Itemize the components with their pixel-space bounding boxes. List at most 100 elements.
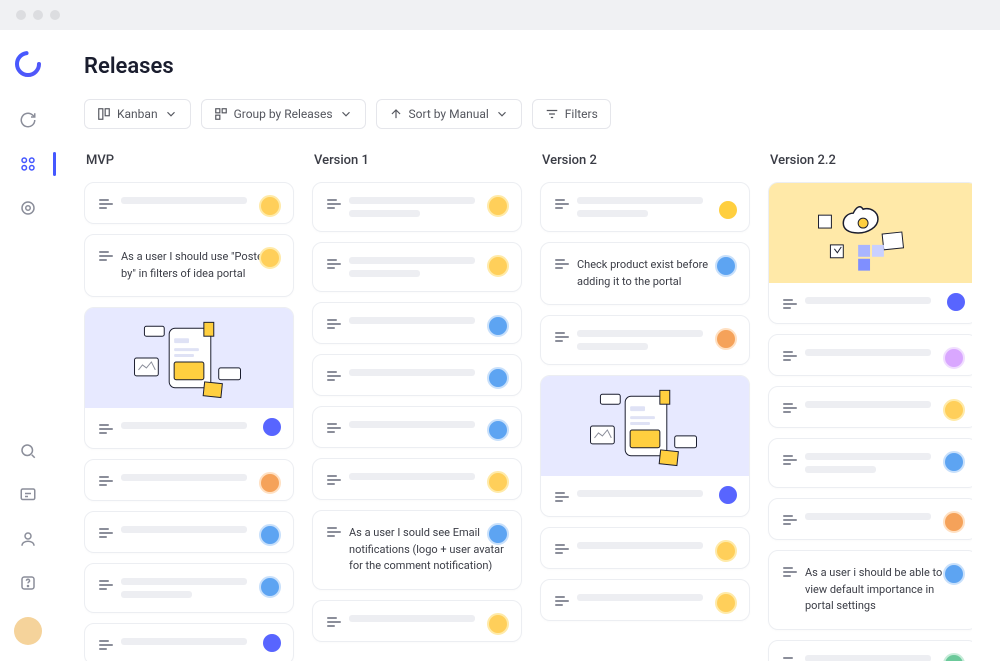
- window-dot: [33, 10, 43, 20]
- kanban-card[interactable]: [312, 242, 522, 292]
- list-icon: [783, 515, 797, 525]
- kanban-card[interactable]: [768, 498, 972, 540]
- placeholder-lines: [349, 421, 507, 428]
- kanban-card[interactable]: As a user I sould see Email notification…: [312, 510, 522, 590]
- kanban-card[interactable]: [84, 182, 294, 224]
- card-avatar: [487, 471, 509, 493]
- status-dot: [719, 486, 737, 504]
- window-dot: [16, 10, 26, 20]
- placeholder-lines: [805, 655, 963, 661]
- main-content: Releases Kanban Group by Releases Sort b…: [56, 30, 1000, 661]
- window-dot: [50, 10, 60, 20]
- list-icon: [783, 567, 797, 577]
- placeholder-lines: [805, 297, 963, 304]
- kanban-card[interactable]: Check product exist before adding it to …: [540, 242, 750, 305]
- placeholder-lines: [349, 615, 507, 622]
- kanban-card[interactable]: [540, 579, 750, 621]
- list-icon: [555, 259, 569, 269]
- column-title: MVP: [84, 153, 294, 168]
- kanban-card[interactable]: [540, 375, 750, 517]
- view-selector[interactable]: Kanban: [84, 99, 191, 129]
- placeholder-lines: [805, 513, 963, 520]
- kanban-card[interactable]: [768, 334, 972, 376]
- list-icon: [327, 371, 341, 381]
- list-icon: [327, 199, 341, 209]
- sort-icon: [389, 107, 403, 121]
- card-avatar: [715, 540, 737, 562]
- kanban-card[interactable]: [312, 406, 522, 448]
- placeholder-lines: [577, 542, 735, 549]
- kanban-card[interactable]: [768, 438, 972, 488]
- kanban-card[interactable]: [540, 182, 750, 232]
- card-avatar: [715, 328, 737, 350]
- status-dot: [263, 634, 281, 652]
- list-icon: [99, 251, 113, 261]
- kanban-card[interactable]: [84, 307, 294, 449]
- nav-search[interactable]: [10, 433, 46, 469]
- list-icon: [99, 199, 113, 209]
- nav-messages[interactable]: [10, 477, 46, 513]
- kanban-column: MVP As a user I should use "Posted by" in…: [84, 153, 294, 661]
- nav-target[interactable]: [10, 190, 46, 226]
- list-icon: [327, 527, 341, 537]
- list-icon: [783, 403, 797, 413]
- list-icon: [327, 423, 341, 433]
- list-icon: [783, 351, 797, 361]
- placeholder-lines: [577, 594, 735, 601]
- kanban-column: Version 2Check product exist before addi…: [540, 153, 750, 661]
- card-avatar: [487, 255, 509, 277]
- placeholder-lines: [349, 257, 507, 277]
- app-logo[interactable]: [14, 50, 42, 78]
- card-avatar: [487, 315, 509, 337]
- card-avatar: [943, 511, 965, 533]
- kanban-card[interactable]: As a user I should use "Posted by" in fi…: [84, 234, 294, 297]
- placeholder-lines: [805, 453, 963, 473]
- kanban-card[interactable]: [540, 315, 750, 365]
- toolbar: Kanban Group by Releases Sort by Manual …: [84, 99, 972, 129]
- kanban-card[interactable]: [312, 600, 522, 642]
- kanban-card[interactable]: [84, 459, 294, 501]
- chevron-down-icon: [339, 107, 353, 121]
- kanban-card[interactable]: [312, 302, 522, 344]
- card-avatar: [943, 563, 965, 585]
- kanban-card[interactable]: [84, 623, 294, 661]
- kanban-card[interactable]: [768, 182, 972, 324]
- list-icon: [99, 580, 113, 590]
- group-icon: [214, 107, 228, 121]
- chevron-down-icon: [164, 107, 178, 121]
- kanban-card[interactable]: As a user i should be able to view defau…: [768, 550, 972, 630]
- column-title: Version 2.2: [768, 153, 972, 168]
- list-icon: [555, 596, 569, 606]
- sort-selector[interactable]: Sort by Manual: [376, 99, 522, 129]
- kanban-card[interactable]: [84, 511, 294, 553]
- nav-user[interactable]: [10, 521, 46, 557]
- kanban-card[interactable]: [768, 640, 972, 661]
- placeholder-lines: [121, 474, 279, 481]
- kanban-column: Version 1As a user I sould see Email not…: [312, 153, 522, 661]
- list-icon: [327, 617, 341, 627]
- nav-releases[interactable]: [10, 146, 46, 182]
- kanban-card[interactable]: [84, 563, 294, 613]
- group-selector[interactable]: Group by Releases: [201, 99, 366, 129]
- kanban-card[interactable]: [540, 527, 750, 569]
- card-avatar: [487, 523, 509, 545]
- nav-help[interactable]: [10, 565, 46, 601]
- kanban-card[interactable]: [768, 386, 972, 428]
- nav-refresh[interactable]: [10, 102, 46, 138]
- list-icon: [327, 259, 341, 269]
- list-icon: [99, 640, 113, 650]
- user-avatar[interactable]: [14, 617, 42, 645]
- card-avatar: [259, 524, 281, 546]
- kanban-card[interactable]: [312, 458, 522, 500]
- filters-label: Filters: [565, 107, 598, 121]
- kanban-card[interactable]: [312, 354, 522, 396]
- list-icon: [555, 332, 569, 342]
- list-icon: [555, 492, 569, 502]
- kanban-card[interactable]: [312, 182, 522, 232]
- filter-icon: [545, 107, 559, 121]
- card-avatar: [943, 347, 965, 369]
- list-icon: [327, 475, 341, 485]
- card-avatar: [943, 451, 965, 473]
- placeholder-lines: [805, 349, 963, 356]
- filters-button[interactable]: Filters: [532, 99, 611, 129]
